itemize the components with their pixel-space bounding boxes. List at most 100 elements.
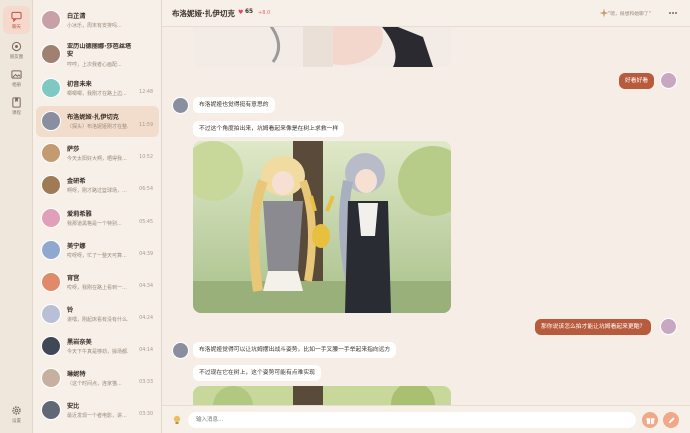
conversation-item[interactable]: 美宁娜哎呀呀，忙了一整天可算... 04:39 — [36, 235, 159, 266]
conversation-item[interactable]: 安比最近发现一个者电影，讲... 03:30 — [36, 395, 159, 426]
conversation-name: 宵宫 — [67, 275, 80, 282]
conversation-preview: 我那道黑格是一个特别... — [67, 221, 122, 227]
avatar — [41, 44, 61, 64]
conversation-name: 布洛妮娅·扎伊切克 — [67, 114, 119, 121]
conversation-item[interactable]: 爱莉希雅 我那道黑格是一个特别... 05:45 — [36, 203, 159, 234]
conversation-name: 黑岩奈美 — [67, 339, 92, 346]
conversation-time: 04:34 — [139, 284, 153, 289]
message-bubble-user: 好看好看 — [619, 73, 655, 89]
conversation-item[interactable]: 黑岩奈美今天下午真是够劲，操场都... 04:14 — [36, 331, 159, 362]
conversation-item[interactable]: 布洛妮娅·扎伊切克 （探头）布洛妮娅刚才在整... 11:59 — [36, 106, 159, 137]
anime-illustration-image — [193, 27, 451, 67]
conversation-preview: 最近发现一个者电影，讲... — [67, 413, 127, 419]
rail-chat-label: 聊天 — [12, 24, 21, 30]
avatar — [41, 304, 61, 324]
send-button[interactable] — [663, 412, 679, 428]
conversation-time: 11:59 — [139, 123, 153, 128]
avatar — [41, 111, 61, 131]
avatar — [41, 240, 61, 260]
conversation-item[interactable]: 萨莎 今天太阳好大啊，晒得我... 10:52 — [36, 138, 159, 169]
avatar — [41, 368, 61, 388]
rail-bookmark-label: 课程 — [12, 110, 21, 116]
avatar — [41, 10, 61, 30]
anime-illustration-image — [193, 386, 451, 405]
conversation-time: 12:48 — [139, 90, 153, 95]
user-avatar[interactable] — [660, 318, 677, 335]
conversation-time: 04:24 — [139, 316, 153, 321]
chat-header: 布洛妮娅·扎伊切克 ♥ 65 +8.0 "嗯，很想和她聊了" — [162, 0, 690, 27]
message-image[interactable] — [193, 386, 451, 405]
conversation-preview: 唧唧唧，我刚才在路上边... — [67, 91, 127, 97]
affinity-delta: +8.0 — [258, 9, 271, 16]
message-input[interactable] — [188, 412, 636, 428]
conversation-name: 安比 — [67, 403, 80, 410]
conversation-list: 白芷清 小冰乐，周末有安排吗... 亚历山德丽娜·莎芭丝塔安 哼哼，上次我者心画配..… — [33, 0, 162, 433]
message-bubble-ai: 不过现在它在树上，这个姿势可能有点难实现 — [193, 365, 321, 381]
avatar — [41, 272, 61, 292]
message-image[interactable] — [193, 27, 451, 67]
conversation-name: 铃 — [67, 307, 74, 314]
rail-album-label: 相册 — [12, 82, 21, 88]
pen-icon — [668, 416, 675, 423]
rail-moments-label: 朋友圈 — [9, 54, 24, 60]
conversation-name: 亚历山德丽娜·莎芭丝塔安 — [67, 43, 132, 58]
rail-bookmark[interactable]: 课程 — [3, 92, 30, 120]
conversation-preview: 哎呀呀，忙了一整天可算... — [67, 253, 127, 259]
message-bubble-ai: 布洛妮娅也觉得挺有意思的 — [193, 97, 275, 113]
conversation-time: 03:33 — [139, 380, 153, 385]
conversation-name: 白芷清 — [67, 13, 86, 20]
conversation-preview: 今天下午真是够劲，操场都... — [67, 349, 129, 355]
conversation-item[interactable]: 金研希啊呀，刚才路过篮球场，... 06:54 — [36, 170, 159, 201]
moments-icon — [11, 41, 22, 51]
avatar — [41, 208, 61, 228]
conversation-preview: 啊呀，刚才路过篮球场，... — [67, 188, 127, 194]
conversation-preview: （这个时间点，连家猫... — [67, 381, 122, 387]
conversation-preview: 哼哼，上次我者心画配... — [67, 62, 122, 68]
character-avatar[interactable] — [172, 97, 189, 114]
conversation-item[interactable]: 琳妮特 （这个时间点，连家猫... 03:33 — [36, 363, 159, 394]
sparkle-icon[interactable] — [599, 8, 609, 18]
heart-icon: ♥ — [238, 9, 244, 16]
conversation-time: 04:14 — [139, 348, 153, 353]
message-area: 好看好看 布洛妮娅也觉得挺有意思的 不过这个角度拍出来，坑姆看起来像是在树上求救… — [162, 27, 690, 405]
avatar — [41, 175, 61, 195]
conversation-time: 03:30 — [139, 412, 153, 417]
chat-panel: 布洛妮娅·扎伊切克 ♥ 65 +8.0 "嗯，很想和她聊了" 好看好看 布洛妮娅… — [162, 0, 690, 433]
rail-album[interactable]: 相册 — [3, 64, 30, 92]
more-icon[interactable] — [668, 8, 678, 18]
rail-settings[interactable]: 设置 — [3, 400, 30, 428]
conversation-time: 04:39 — [139, 252, 153, 257]
conversation-preview: 今天太阳好大啊，晒得我... — [67, 156, 127, 162]
rail-moments[interactable]: 朋友圈 — [3, 36, 30, 64]
conversation-preview: （探头）布洛妮娅刚才在整... — [67, 124, 129, 130]
conversation-name: 金研希 — [67, 178, 86, 185]
chat-title: 布洛妮娅·扎伊切克 — [172, 9, 235, 18]
avatar — [41, 78, 61, 98]
gear-icon — [12, 405, 21, 415]
rail-settings-label: 设置 — [12, 418, 21, 424]
conversation-item[interactable]: 初音未来 唧唧唧，我刚才在路上边... 12:48 — [36, 73, 159, 104]
message-bubble-ai: 布洛妮娅觉得可以让坑姆摆出战斗姿势，比如一手叉腰一手举起来指向远方 — [193, 342, 397, 358]
album-icon — [11, 69, 22, 79]
status-hint: "嗯，很想和她聊了" — [608, 12, 651, 17]
character-avatar[interactable] — [172, 342, 189, 359]
conversation-item[interactable]: 白芷清 小冰乐，周末有安排吗... — [36, 5, 159, 36]
conversation-item[interactable]: 亚历山德丽娜·莎芭丝塔安哼哼，上次我者心画配... — [36, 39, 159, 70]
rail-chat[interactable]: 聊天 — [3, 6, 30, 34]
conversation-time: 06:54 — [139, 187, 153, 192]
conversation-name: 美宁娜 — [67, 243, 86, 250]
conversation-item[interactable]: 宵宫哎呀，我刚在路上看到一... 04:34 — [36, 267, 159, 298]
avatar — [41, 143, 61, 163]
message-bubble-ai: 不过这个角度拍出来，坑姆看起来像是在树上求救一样 — [193, 121, 345, 137]
input-bar — [162, 405, 690, 433]
gift-button[interactable] — [642, 412, 658, 428]
conversation-item[interactable]: 铃诶嘿，刚起床看有没有什么... 04:24 — [36, 299, 159, 330]
user-avatar[interactable] — [660, 72, 677, 89]
avatar — [41, 336, 61, 356]
bulb-icon[interactable] — [172, 415, 182, 425]
chat-icon — [11, 11, 22, 22]
conversation-preview: 哎呀，我刚在路上看到一... — [67, 285, 127, 291]
nav-rail: 聊天 朋友圈 相册 课程 设置 — [0, 0, 33, 433]
message-image[interactable] — [193, 141, 451, 313]
conversation-name: 萨莎 — [67, 146, 80, 153]
